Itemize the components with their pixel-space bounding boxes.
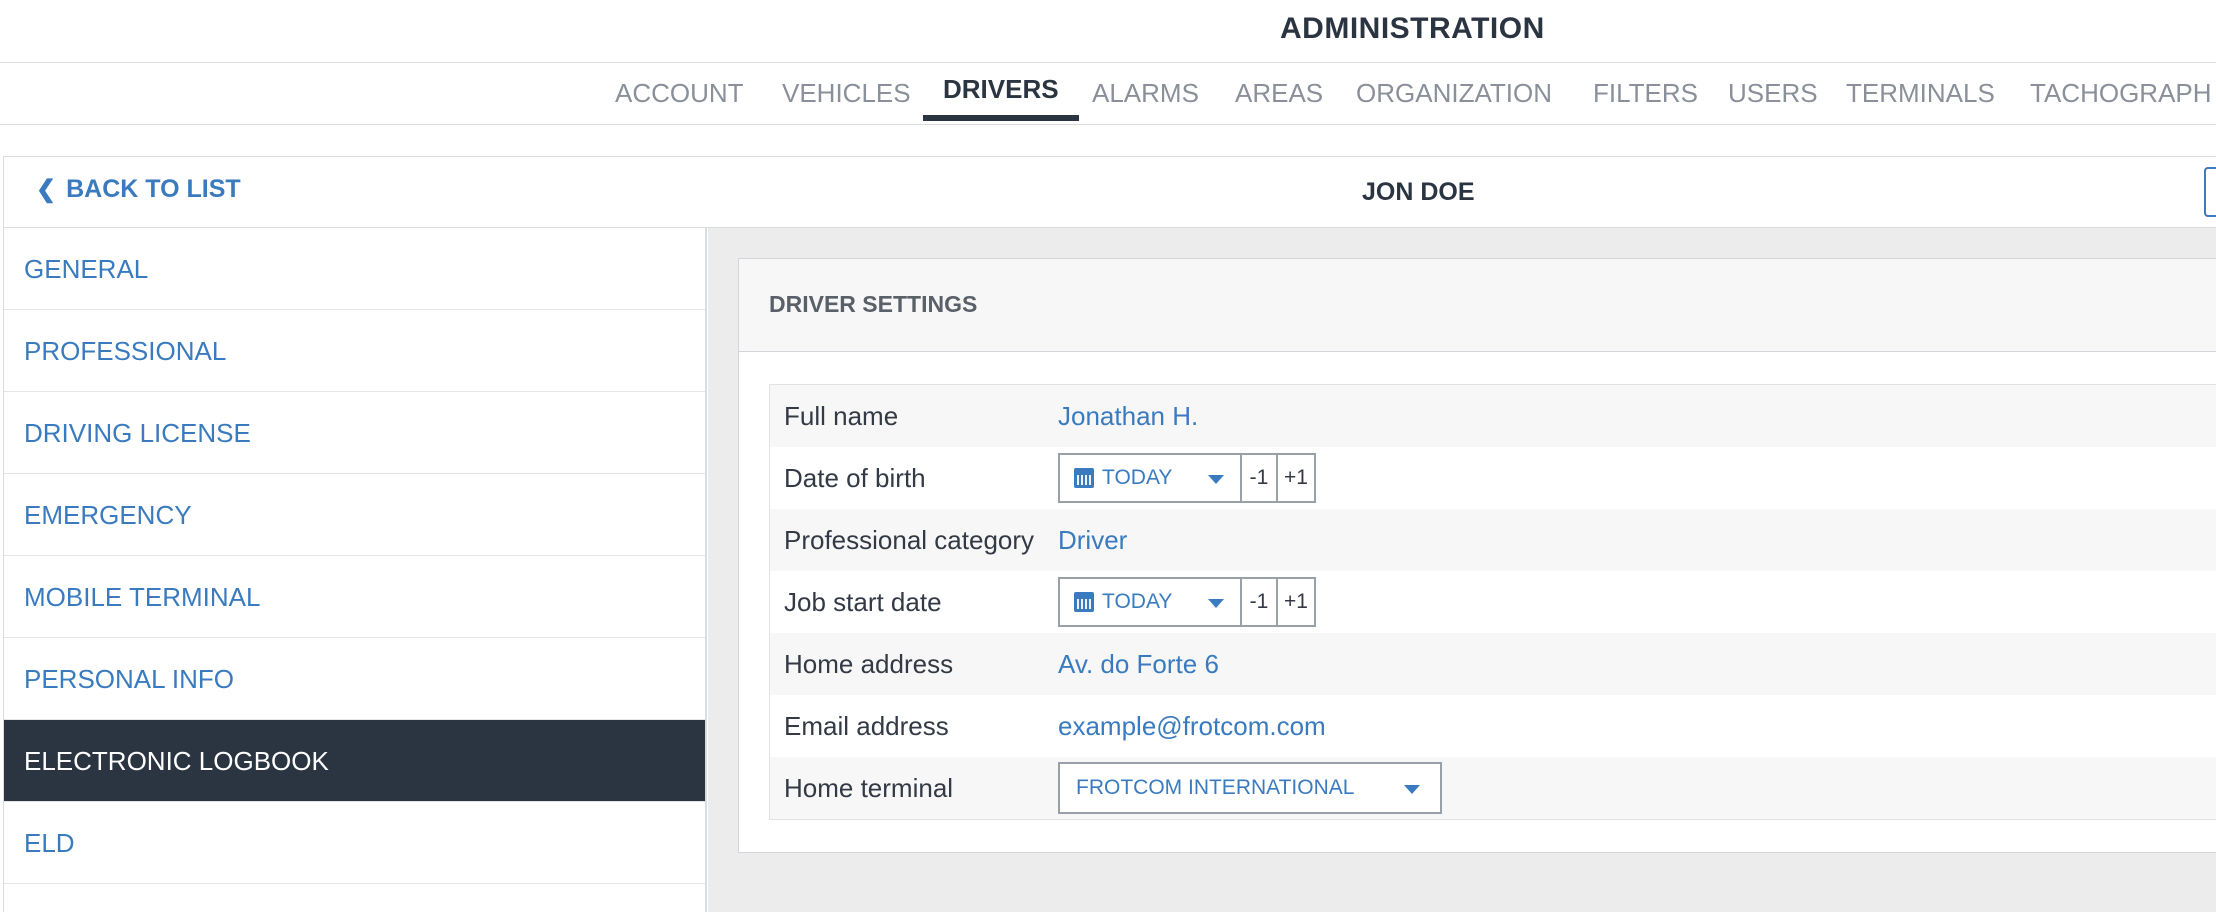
job-start-date-plus-button[interactable]: +1 [1278,577,1316,627]
job-start-date-picker: TODAY -1 +1 [1058,577,1316,627]
form-row-email-address: Email address example@frotcom.com [770,695,2216,757]
date-of-birth-plus-button[interactable]: +1 [1278,453,1316,503]
form-row-full-name: Full name Jonathan H. [770,385,2216,447]
home-terminal-label: Home terminal [784,772,954,803]
tab-tachograph[interactable]: TACHOGRAPH [2010,78,2216,125]
driver-subheader: ❮ BACK TO LIST JON DOE [3,156,2216,228]
date-of-birth-value: TODAY [1102,466,1173,489]
home-terminal-select[interactable]: FROTCOM INTERNATIONAL [1058,762,1442,814]
professional-category-label: Professional category [784,524,1035,555]
calendar-icon [1074,468,1094,488]
full-name-value[interactable]: Jonathan H. [1058,401,1198,432]
tab-account[interactable]: ACCOUNT [595,78,764,125]
email-address-value[interactable]: example@frotcom.com [1058,711,1326,742]
panel-title: DRIVER SETTINGS [769,291,978,317]
caret-down-icon [1208,599,1224,608]
tab-alarms[interactable]: ALARMS [1072,78,1219,125]
sidebar: GENERAL PROFESSIONAL DRIVING LICENSE EME… [3,228,707,912]
home-address-value[interactable]: Av. do Forte 6 [1058,649,1219,680]
email-address-label: Email address [784,710,949,741]
top-header: ADMINISTRATION [0,0,2216,63]
sidebar-item-mobile-terminal[interactable]: MOBILE TERMINAL [4,556,705,638]
tab-terminals[interactable]: TERMINALS [1826,78,2015,125]
form-row-job-start-date: Job start date TODAY -1 +1 [770,571,2216,633]
date-of-birth-minus-button[interactable]: -1 [1242,453,1278,503]
tab-organization[interactable]: ORGANIZATION [1336,78,1572,125]
professional-category-value[interactable]: Driver [1058,525,1127,556]
sidebar-item-professional[interactable]: PROFESSIONAL [4,310,705,392]
date-of-birth-picker: TODAY -1 +1 [1058,453,1316,503]
driver-settings-panel: DRIVER SETTINGS Full name Jonathan H. Da… [738,258,2216,853]
sidebar-item-general[interactable]: GENERAL [4,228,705,310]
subheader-action-button[interactable] [2204,167,2216,217]
job-start-date-dropdown[interactable]: TODAY [1058,577,1242,627]
app-title: ADMINISTRATION [1280,12,1545,45]
caret-down-icon [1404,785,1420,794]
back-to-list-label: BACK TO LIST [66,175,241,203]
back-to-list-link[interactable]: ❮ BACK TO LIST [36,175,241,204]
panel-header: DRIVER SETTINGS [739,259,2216,352]
calendar-icon [1074,592,1094,612]
home-address-label: Home address [784,648,954,679]
form-row-home-terminal: Home terminal FROTCOM INTERNATIONAL [770,757,2216,819]
main-nav: ACCOUNT VEHICLES DRIVERS ALARMS AREAS OR… [0,63,2216,125]
sidebar-item-electronic-logbook[interactable]: ELECTRONIC LOGBOOK [4,720,705,802]
settings-form: Full name Jonathan H. Date of birth TODA… [769,384,2216,820]
chevron-left-icon: ❮ [36,176,57,203]
tab-areas[interactable]: AREAS [1215,78,1343,125]
form-row-home-address: Home address Av. do Forte 6 [770,633,2216,695]
content-area: DRIVER SETTINGS Full name Jonathan H. Da… [708,228,2216,912]
full-name-label: Full name [784,400,899,431]
tab-filters[interactable]: FILTERS [1573,78,1718,125]
home-terminal-value: FROTCOM INTERNATIONAL [1076,776,1355,799]
tab-drivers[interactable]: DRIVERS [923,74,1079,121]
sidebar-item-emergency[interactable]: EMERGENCY [4,474,705,556]
job-start-date-value: TODAY [1102,590,1173,613]
date-of-birth-dropdown[interactable]: TODAY [1058,453,1242,503]
sidebar-item-personal-info[interactable]: PERSONAL INFO [4,638,705,720]
job-start-date-label: Job start date [784,586,942,617]
form-row-date-of-birth: Date of birth TODAY -1 +1 [770,447,2216,509]
tab-users[interactable]: USERS [1708,78,1838,125]
date-of-birth-label: Date of birth [784,462,926,493]
tab-vehicles[interactable]: VEHICLES [762,78,931,125]
sidebar-item-driving-license[interactable]: DRIVING LICENSE [4,392,705,474]
job-start-date-minus-button[interactable]: -1 [1242,577,1278,627]
driver-name: JON DOE [1362,178,1475,206]
sidebar-item-eld[interactable]: ELD [4,802,705,884]
caret-down-icon [1208,475,1224,484]
form-row-professional-category: Professional category Driver [770,509,2216,571]
